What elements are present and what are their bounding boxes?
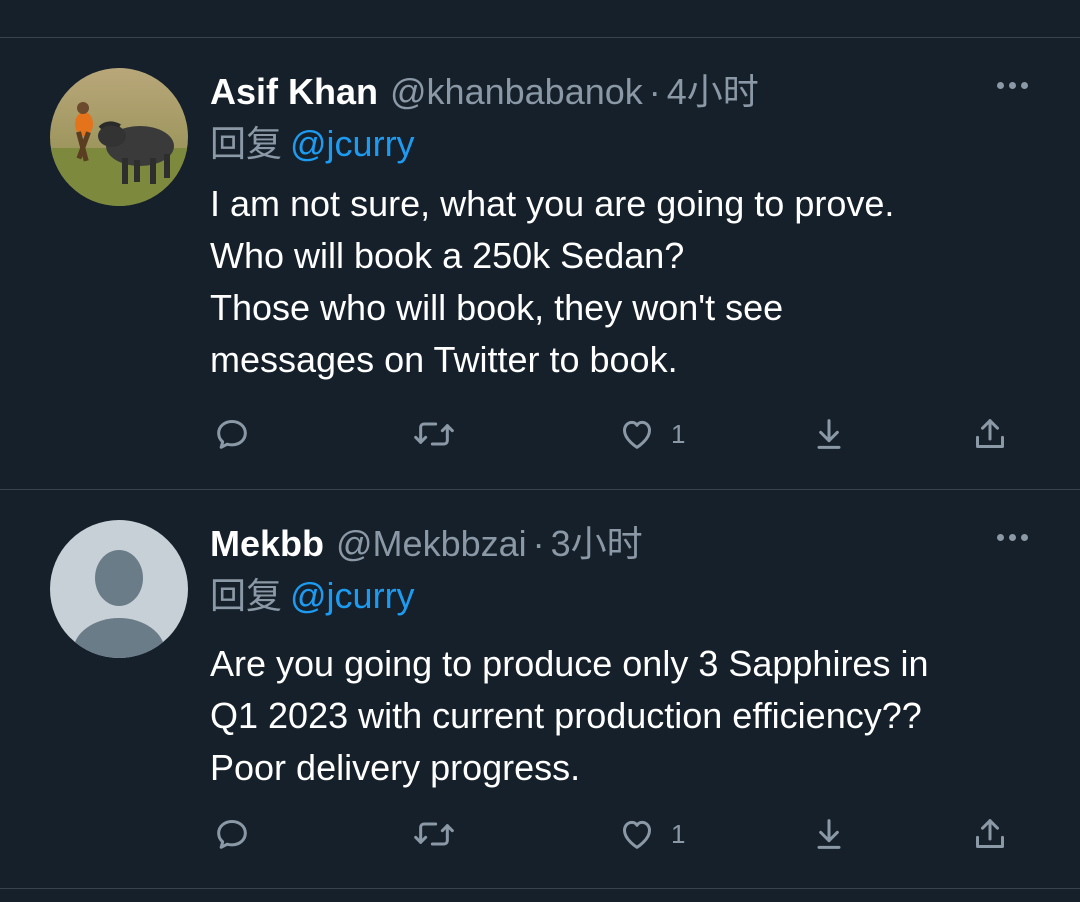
bookmark-icon (809, 814, 849, 854)
tweet-header: Mekbb @Mekbbzai · 3小时 (210, 520, 643, 568)
author-name[interactable]: Mekbb (210, 520, 324, 568)
bookmark-button[interactable] (809, 810, 849, 858)
share-button[interactable] (970, 410, 1010, 458)
tweet-actions: 1 (0, 410, 1080, 458)
retweet-button[interactable] (412, 410, 456, 458)
like-icon (617, 414, 657, 454)
tweet-text-line: Poor delivery progress. (210, 747, 581, 788)
reply-mention-link[interactable]: @jcurry (290, 123, 415, 164)
tweet[interactable]: Asif Khan @khanbabanok · 4小时 回复 @jcurry I… (0, 68, 1080, 468)
tweet-text-line: messages on Twitter to book. (210, 339, 678, 380)
like-button[interactable]: 1 (617, 810, 685, 858)
share-icon (970, 414, 1010, 454)
like-count: 1 (671, 418, 686, 449)
bookmark-button[interactable] (809, 410, 849, 458)
more-icon[interactable] (997, 82, 1028, 89)
tweet-header: Asif Khan @khanbabanok · 4小时 (210, 68, 759, 116)
tweet-text-line: Who will book a 250k Sedan? (210, 235, 685, 276)
reply-prefix: 回复 (210, 575, 283, 616)
like-icon (617, 814, 657, 854)
share-icon (970, 814, 1010, 854)
reply-button[interactable] (212, 410, 252, 458)
top-divider (0, 37, 1080, 38)
timestamp[interactable]: 3小时 (551, 520, 643, 568)
reply-context: 回复 @jcurry (210, 572, 415, 620)
tweet-text-line: Q1 2023 with current production efficien… (210, 695, 922, 736)
tweet-text-line: I am not sure, what you are going to pro… (210, 183, 895, 224)
separator-dot: · (648, 71, 661, 112)
reply-icon (212, 414, 252, 454)
author-name[interactable]: Asif Khan (210, 68, 378, 116)
like-count: 1 (671, 818, 686, 849)
tweet-text: I am not sure, what you are going to pro… (210, 178, 1040, 386)
bottom-divider (0, 888, 1080, 889)
retweet-icon (412, 414, 456, 454)
avatar-image (50, 68, 188, 206)
retweet-icon (412, 814, 456, 854)
like-button[interactable]: 1 (617, 410, 685, 458)
avatar[interactable] (50, 520, 188, 658)
tweet-actions: 1 (0, 810, 1080, 858)
reply-icon (212, 814, 252, 854)
separator-dot: · (532, 523, 545, 564)
retweet-button[interactable] (412, 810, 456, 858)
reply-context: 回复 @jcurry (210, 120, 415, 168)
reply-mention-link[interactable]: @jcurry (290, 575, 415, 616)
default-avatar-icon (50, 520, 188, 658)
author-handle[interactable]: @khanbabanok (390, 68, 643, 116)
tweet-text: Are you going to produce only 3 Sapphire… (210, 638, 1040, 794)
tweet-text-line: Are you going to produce only 3 Sapphire… (210, 643, 929, 684)
timestamp[interactable]: 4小时 (667, 68, 759, 116)
author-handle[interactable]: @Mekbbzai (336, 520, 527, 568)
more-icon[interactable] (997, 534, 1028, 541)
tweet-text-line: Those who will book, they won't see (210, 287, 784, 328)
tweet[interactable]: Mekbb @Mekbbzai · 3小时 回复 @jcurry Are you … (0, 520, 1080, 880)
bookmark-icon (809, 414, 849, 454)
reply-prefix: 回复 (210, 123, 283, 164)
tweet-divider (0, 489, 1080, 490)
reply-button[interactable] (212, 810, 252, 858)
share-button[interactable] (970, 810, 1010, 858)
avatar[interactable] (50, 68, 188, 206)
